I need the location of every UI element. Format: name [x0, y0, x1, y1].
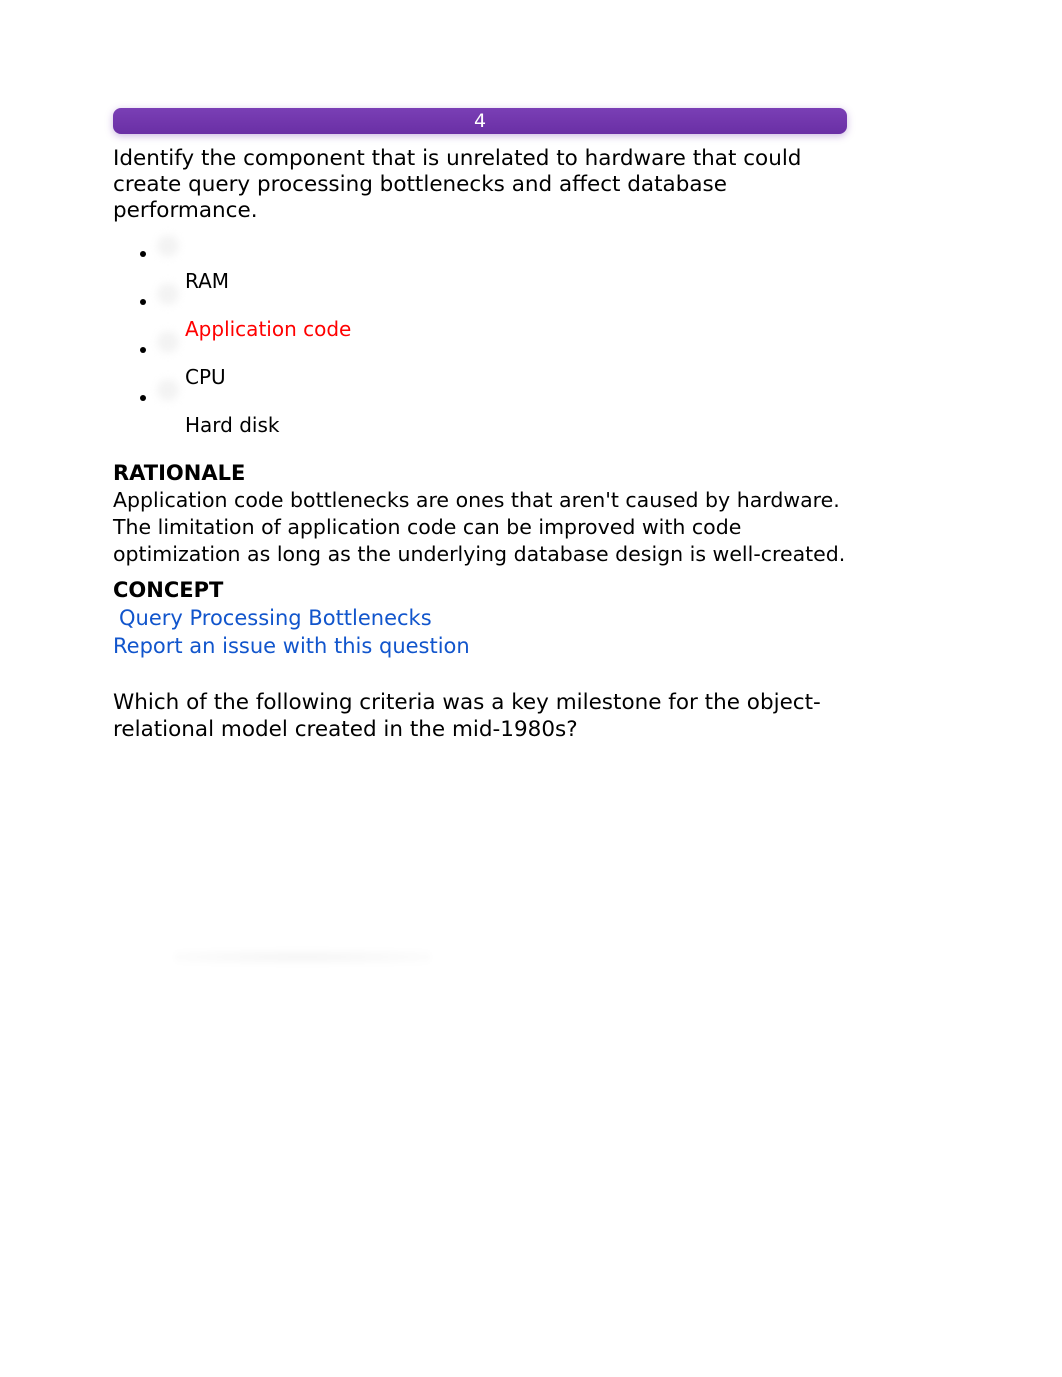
concept-link[interactable]: Query Processing Bottlenecks	[113, 604, 847, 632]
question-number-bar: 4	[113, 108, 847, 134]
radio-icon	[157, 235, 179, 257]
next-question-prompt: Which of the following criteria was a ke…	[113, 690, 847, 742]
rationale-text: Application code bottlenecks are ones th…	[113, 487, 847, 568]
concept-heading: CONCEPT	[113, 578, 847, 602]
answer-label: Application code	[185, 319, 847, 339]
answer-label: RAM	[185, 271, 847, 291]
radio-icon	[157, 379, 179, 401]
answer-option[interactable]: Hard disk	[159, 387, 847, 435]
links-block: Query Processing Bottlenecks Report an i…	[113, 604, 847, 661]
blur-overlay	[175, 950, 430, 964]
answer-label: Hard disk	[185, 415, 847, 435]
answer-list: RAM Application code CPU Hard disk	[113, 243, 847, 435]
radio-icon	[157, 283, 179, 305]
rationale-heading: RATIONALE	[113, 461, 847, 485]
report-issue-link[interactable]: Report an issue with this question	[113, 632, 847, 660]
answer-label: CPU	[185, 367, 847, 387]
answer-option[interactable]: CPU	[159, 339, 847, 387]
answer-option[interactable]: RAM	[159, 243, 847, 291]
question-prompt: Identify the component that is unrelated…	[113, 146, 847, 225]
radio-icon	[157, 331, 179, 353]
answer-option[interactable]: Application code	[159, 291, 847, 339]
